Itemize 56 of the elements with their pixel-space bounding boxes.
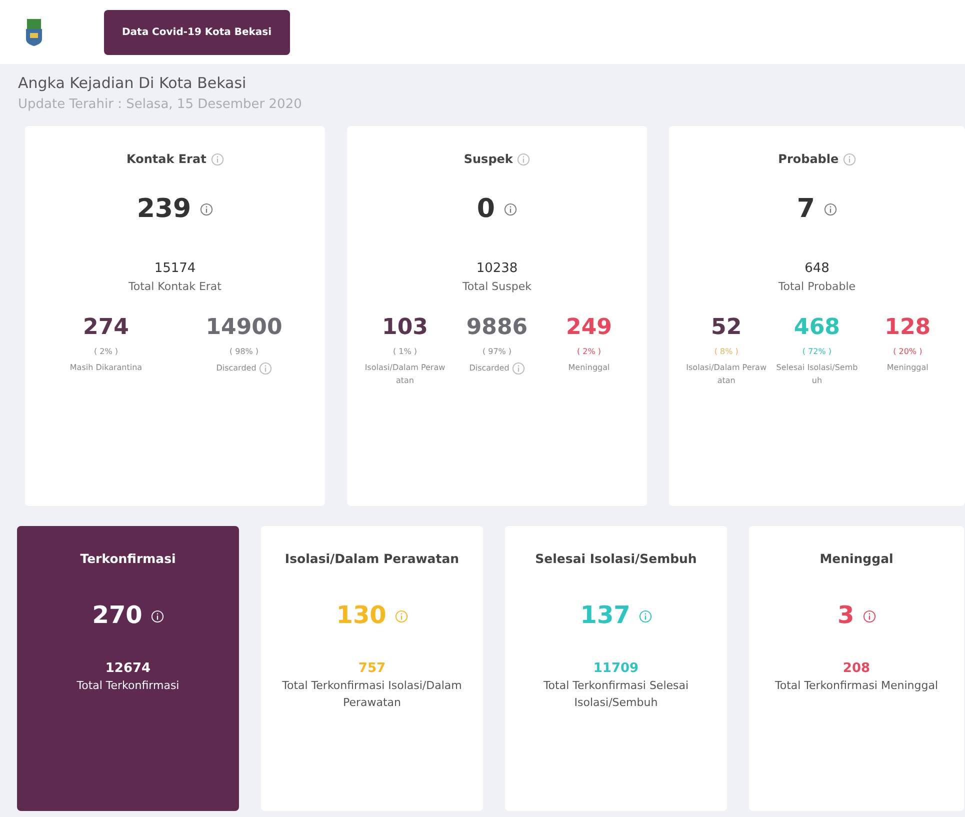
percent-label: ( 2% )	[92, 346, 120, 358]
breakdown-count: 274	[82, 315, 130, 340]
breakdown-count: 249	[565, 315, 613, 340]
breakdown-count: 103	[381, 315, 429, 340]
breakdown-label: Meninggal	[886, 363, 928, 372]
total-label: Total Kontak Erat	[127, 278, 222, 294]
breakdown-label: Discarded	[216, 364, 256, 373]
city-emblem-icon	[24, 17, 44, 47]
percent-label: ( 20% )	[892, 346, 924, 358]
card-title: Selesai Isolasi/Sembuh	[534, 550, 698, 568]
breakdown-label: Selesai Isolasi/Sembuh	[776, 363, 858, 386]
total-count: 757	[357, 660, 387, 678]
total-label: Total Terkonfirmasi	[76, 678, 180, 694]
breakdown-label: Isolasi/Dalam Perawatan	[686, 363, 766, 386]
card-title: Meninggal	[818, 550, 894, 568]
breakdown-label: Masih Dikarantina	[70, 363, 142, 372]
total-count: 12674	[104, 660, 152, 678]
total-count: 15174	[153, 260, 197, 278]
percent-label: ( 72% )	[801, 346, 833, 358]
total-label: Total Suspek	[462, 278, 532, 294]
breakdown-label: Isolasi/Dalam Perawatan	[364, 363, 446, 386]
breakdown-count: 52	[710, 315, 743, 340]
breakdown-count: 468	[793, 315, 841, 340]
breakdown-count: 14900	[204, 315, 284, 340]
card-title: Kontak Erat	[126, 152, 206, 166]
total-label: Total Terkonfirmasi Isolasi/Dalam Perawatan	[281, 678, 463, 711]
percent-label: ( 98% )	[228, 346, 260, 358]
update-date: Update Terahir : Selasa, 15 Desember 2020	[18, 96, 303, 114]
percent-label: ( 8% )	[713, 346, 740, 358]
data-covid-button[interactable]: Data Covid-19 Kota Bekasi	[104, 10, 290, 54]
total-count: 208	[842, 660, 872, 678]
card-title: Isolasi/Dalam Perawatan	[284, 550, 460, 568]
card-title: Probable	[778, 152, 839, 166]
card-title: Terkonfirmasi	[79, 550, 177, 568]
case-count: 0	[476, 194, 496, 224]
card-title: Suspek	[464, 152, 513, 166]
total-label: Total Terkonfirmasi Meninggal	[774, 678, 940, 694]
percent-label: ( 1% )	[392, 346, 418, 358]
case-count: 270	[92, 600, 142, 629]
total-count: 10238	[475, 260, 519, 278]
breakdown-label: Discarded	[469, 364, 510, 373]
total-label: Total Terkonfirmasi Selesai Isolasi/Sembuh	[542, 678, 690, 711]
breakdown-count: 9886	[465, 315, 529, 340]
percent-label: ( 97% )	[481, 346, 513, 358]
total-label: Total Probable	[777, 278, 857, 294]
case-count: 137	[580, 600, 630, 629]
breakdown-label: Meninggal	[568, 363, 610, 372]
breakdown-count: 128	[884, 315, 932, 340]
case-count: 3	[837, 600, 854, 629]
case-count: 239	[136, 194, 192, 224]
percent-label: ( 2% )	[576, 346, 602, 358]
case-count: 130	[336, 600, 386, 629]
case-count: 7	[796, 194, 816, 224]
section-title: Angka Kejadian Di Kota Bekasi	[18, 73, 248, 94]
total-count: 11709	[592, 660, 640, 678]
total-count: 648	[804, 260, 830, 278]
